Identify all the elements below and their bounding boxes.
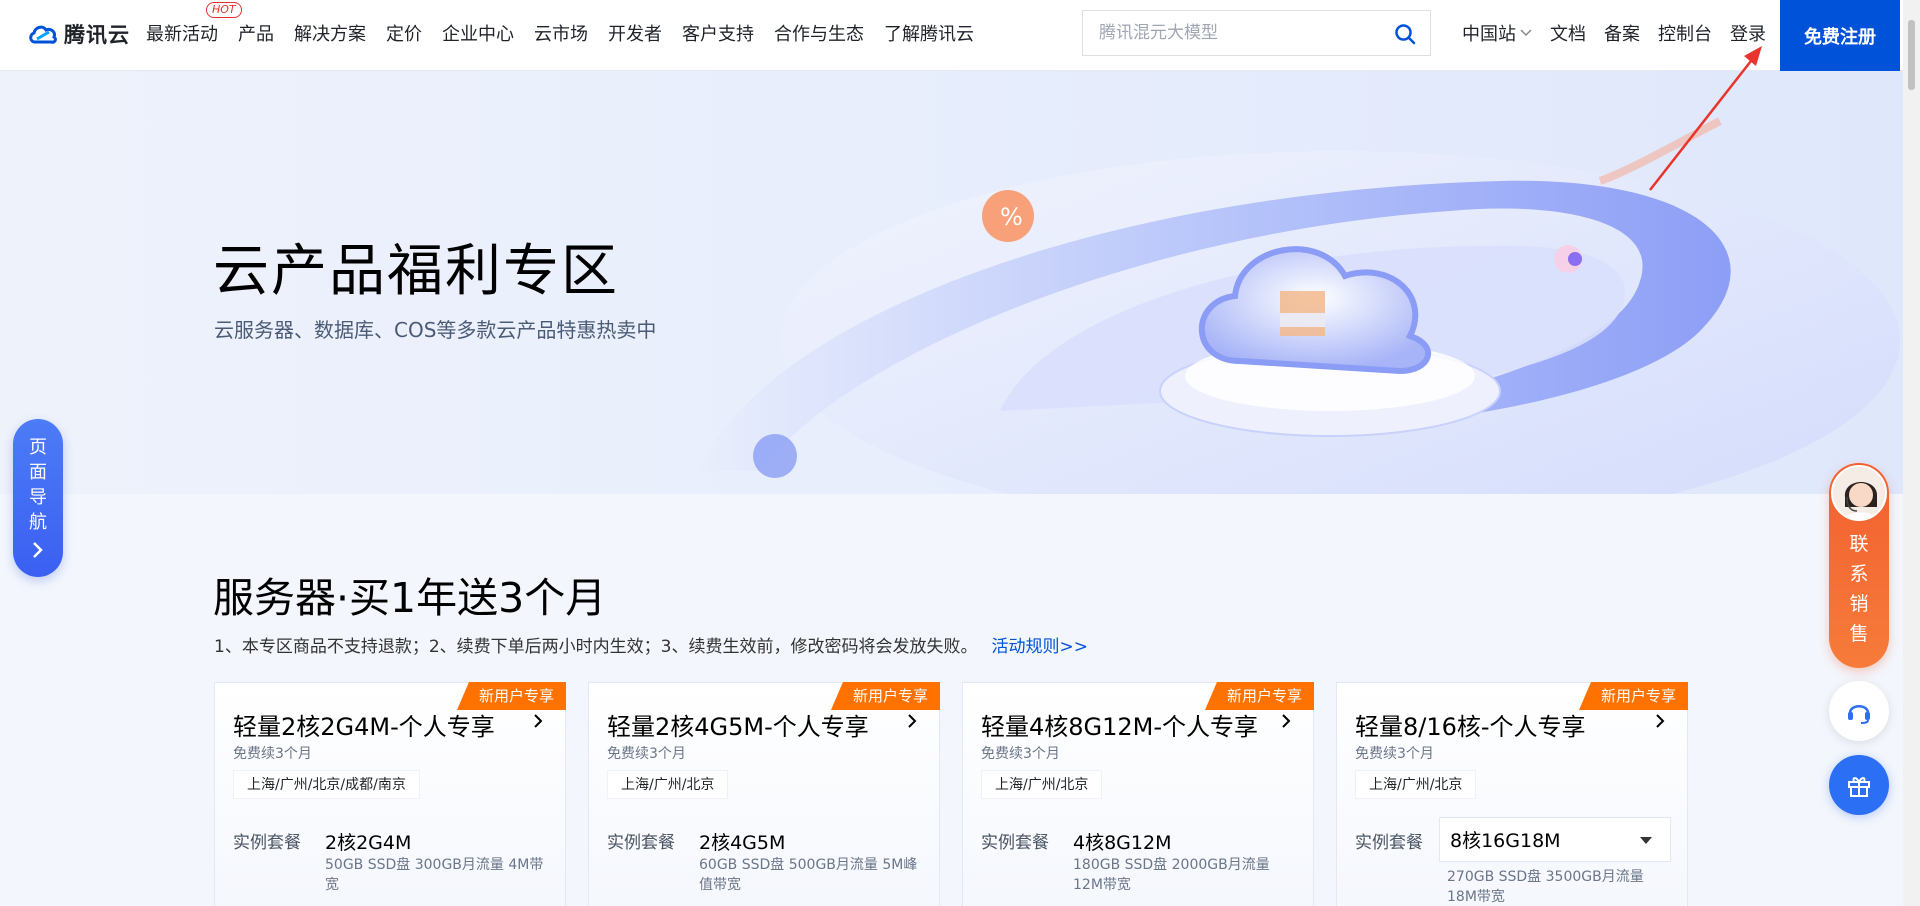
gift-button[interactable] [1829,755,1889,815]
contact-sales-button[interactable]: 联系销售 [1829,463,1889,668]
new-user-badge: 新用户专享 [456,682,566,710]
menu-item-label: 了解腾讯云 [884,24,974,45]
card-region: 上海/广州/北京 [981,770,1103,799]
product-card[interactable]: 新用户专享 轻量2核4G5M-个人专享 免费续3个月 上海/广州/北京 实例套餐… [588,682,940,906]
card-free-renewal: 免费续3个月 [233,746,312,762]
chevron-right-icon[interactable] [1281,713,1291,729]
svg-text:%: % [1000,203,1023,231]
section-title: 服务器·买1年送3个月 [213,574,607,622]
hero-banner: % 云产品福利专区 云服务器、数据库、COS等多款云产品特惠热卖中 [0,71,1903,494]
card-spec-label: 实例套餐 [233,833,301,853]
menu-item-products[interactable]: 产品 [238,20,274,46]
menu-item-pricing[interactable]: 定价 [386,20,422,46]
menu-item-developers[interactable]: 开发者 [608,20,662,46]
card-free-renewal: 免费续3个月 [981,746,1060,762]
region-selector[interactable]: 中国站 [1462,20,1532,46]
new-user-badge: 新用户专享 [1204,682,1314,710]
new-user-badge: 新用户专享 [1578,682,1688,710]
card-free-renewal: 免费续3个月 [1355,746,1434,762]
card-spec-desc: 180GB SSD盘 2000GB月流量 12M带宽 [1073,857,1270,893]
menu-item-label: 最新活动 [146,24,218,45]
main-menu: 最新活动 HOT 产品 解决方案 定价 企业中心 云市场 开发者 客户支持 合作… [146,2,994,46]
brand-name: 腾讯云 [64,23,130,47]
card-spec-desc: 270GB SSD盘 3500GB月流量 18M带宽 [1447,869,1644,905]
chevron-right-icon[interactable] [907,713,917,729]
menu-item-marketplace[interactable]: 云市场 [534,20,588,46]
caret-down-icon [1640,837,1652,844]
card-title: 轻量4核8G12M-个人专享 [981,713,1259,741]
spec-select-value: 8核16G18M [1450,830,1561,852]
region-label: 中国站 [1462,24,1516,45]
menu-item-solutions[interactable]: 解决方案 [294,20,366,46]
menu-item-label: 产品 [238,24,274,45]
scrollbar-thumb[interactable] [1908,20,1915,90]
menu-item-label: 开发者 [608,24,662,45]
menu-item-support[interactable]: 客户支持 [682,20,754,46]
page-scrollbar[interactable] [1903,0,1920,906]
brand-logo[interactable]: 腾讯云 [27,19,130,49]
new-user-badge: 新用户专享 [830,682,940,710]
chevron-right-icon[interactable] [533,713,543,729]
register-button[interactable]: 免费注册 [1780,0,1900,71]
card-region: 上海/广州/北京/成都/南京 [233,770,420,799]
docs-link[interactable]: 文档 [1550,20,1586,46]
card-spec-label: 实例套餐 [981,833,1049,853]
product-card[interactable]: 新用户专享 轻量4核8G12M-个人专享 免费续3个月 上海/广州/北京 实例套… [962,682,1314,906]
chevron-right-icon [33,542,43,558]
top-nav: 腾讯云 最新活动 HOT 产品 解决方案 定价 企业中心 云市场 开发者 客户支… [0,0,1920,71]
product-card[interactable]: 新用户专享 轻量2核2G4M-个人专享 免费续3个月 上海/广州/北京/成都/南… [214,682,566,906]
card-title: 轻量2核2G4M-个人专享 [233,713,495,741]
card-region: 上海/广州/北京 [1355,770,1477,799]
sales-avatar [1831,465,1887,521]
card-spec-value: 2核2G4M [325,832,412,854]
spec-select[interactable]: 8核16G18M [1439,817,1671,862]
card-spec-value: 2核4G5M [699,832,786,854]
section-notes: 1、本专区商品不支持退款；2、续费下单后两小时内生效；3、续费生效前，修改密码将… [214,632,1088,657]
card-title: 轻量8/16核-个人专享 [1355,713,1586,741]
annotation-arrow-icon [1649,46,1762,191]
menu-item-about[interactable]: 了解腾讯云 [884,20,974,46]
card-spec-desc: 50GB SSD盘 300GB月流量 4M带宽 [325,857,544,893]
hot-badge: HOT [206,2,242,18]
banner-title: 云产品福利专区 [213,239,619,304]
contact-sales-label: 联系销售 [1849,533,1869,645]
banner-subtitle: 云服务器、数据库、COS等多款云产品特惠热卖中 [214,318,657,342]
menu-item-partners[interactable]: 合作与生态 [774,20,864,46]
card-region: 上海/广州/北京 [607,770,729,799]
search-box [1082,10,1431,56]
page-nav-label: 页面导航 [29,437,47,533]
customer-support-button[interactable] [1829,681,1889,741]
menu-item-label: 客户支持 [682,24,754,45]
card-spec-value: 4核8G12M [1073,832,1172,854]
card-title: 轻量2核4G5M-个人专享 [607,713,869,741]
headset-icon [1848,705,1870,724]
menu-item-label: 云市场 [534,24,588,45]
page-nav-button[interactable]: 页面导航 [13,419,63,577]
card-spec-label: 实例套餐 [1355,833,1423,853]
menu-item-label: 解决方案 [294,24,366,45]
menu-item-latest-activities[interactable]: 最新活动 HOT [146,2,242,46]
section-notes-text: 1、本专区商品不支持退款；2、续费下单后两小时内生效；3、续费生效前，修改密码将… [214,637,978,657]
menu-item-label: 合作与生态 [774,24,864,45]
cloud-logo-icon [29,25,57,44]
card-spec-desc: 60GB SSD盘 500GB月流量 5M峰值带宽 [699,857,918,893]
product-card[interactable]: 新用户专享 轻量8/16核-个人专享 免费续3个月 上海/广州/北京 实例套餐 … [1336,682,1688,906]
filing-link[interactable]: 备案 [1604,20,1640,46]
search-icon[interactable] [1394,23,1416,49]
card-free-renewal: 免费续3个月 [607,746,686,762]
menu-item-label: 企业中心 [442,24,514,45]
activity-rules-link[interactable]: 活动规则>> [991,637,1088,657]
search-input[interactable] [1099,23,1389,43]
menu-item-label: 定价 [386,24,422,45]
card-spec-label: 实例套餐 [607,833,675,853]
menu-item-enterprise[interactable]: 企业中心 [442,20,514,46]
chevron-down-icon [1520,29,1532,37]
gift-icon [1848,777,1870,797]
chevron-right-icon[interactable] [1655,713,1665,729]
